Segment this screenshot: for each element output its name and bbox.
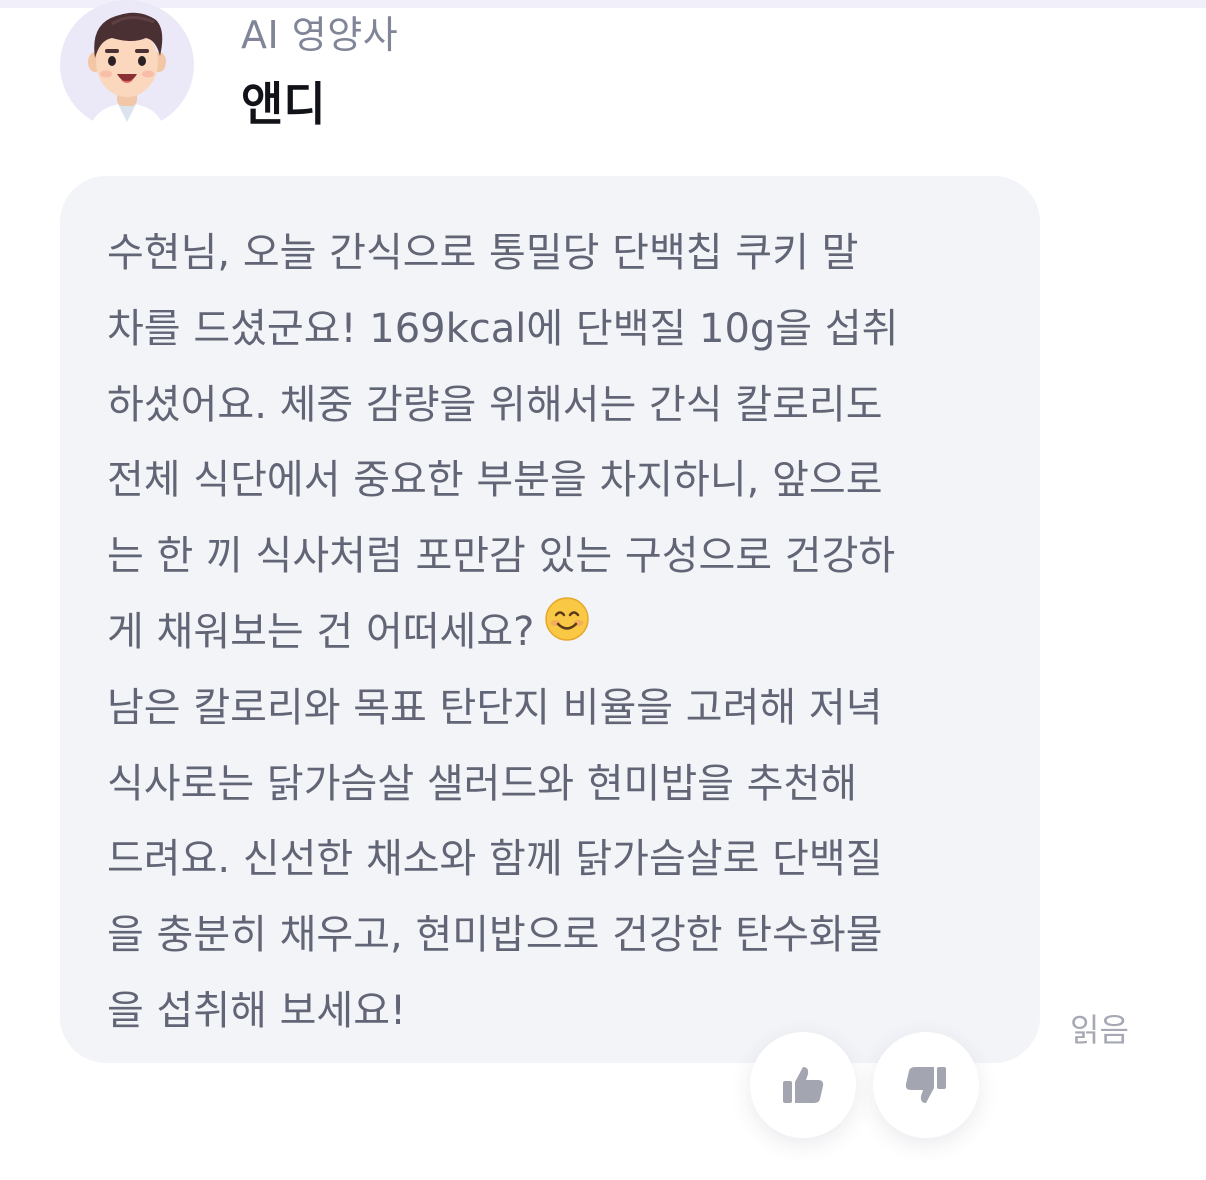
message-line: 차를 드셨군요! 169kcal에 단백질 10g을 섭취 xyxy=(107,305,899,352)
assistant-avatar[interactable] xyxy=(60,0,194,130)
doctor-avatar-icon xyxy=(88,12,166,130)
assistant-role: AI 영양사 xyxy=(241,13,399,57)
like-button[interactable] xyxy=(750,1032,856,1138)
thumbs-down-icon xyxy=(905,1067,946,1103)
message-line: 하셨어요. 체중 감량을 위해서는 간식 칼로리도 xyxy=(107,381,883,428)
message-line: 게 채워보는 건 어떠세요? xyxy=(107,608,535,655)
read-status: 읽음 xyxy=(1070,1011,1129,1049)
message-line: 수현님, 오늘 간식으로 통밀당 단백칩 쿠키 말 xyxy=(107,230,859,276)
assistant-name: 앤디 xyxy=(241,77,326,131)
message-line-with-emoji: 게 채워보는 건 어떠세요? xyxy=(107,595,1000,671)
smiling-face-emoji-icon xyxy=(544,592,590,668)
top-divider xyxy=(0,0,1206,8)
message-line: 을 섭취해 보세요! xyxy=(107,987,407,1034)
message-line: 을 충분히 채우고, 현미밥으로 건강한 탄수화물 xyxy=(107,912,883,959)
message-bubble: 수현님, 오늘 간식으로 통밀당 단백칩 쿠키 말 차를 드셨군요! 169kc… xyxy=(60,176,1040,1063)
message-line: 식사로는 닭가슴살 샐러드와 현미밥을 추천해 xyxy=(107,760,858,807)
dislike-button[interactable] xyxy=(873,1032,979,1138)
message-line: 전체 식단에서 중요한 부분을 차지하니, 앞으로 xyxy=(107,457,883,504)
message-line: 는 한 끼 식사처럼 포만감 있는 구성으로 건강하 xyxy=(107,533,896,580)
message-line: 드려요. 신선한 채소와 함께 닭가슴살로 단백질 xyxy=(107,836,883,883)
thumbs-up-icon xyxy=(783,1067,824,1103)
message-line: 남은 칼로리와 목표 탄단지 비율을 고려해 저녁 xyxy=(107,684,883,731)
